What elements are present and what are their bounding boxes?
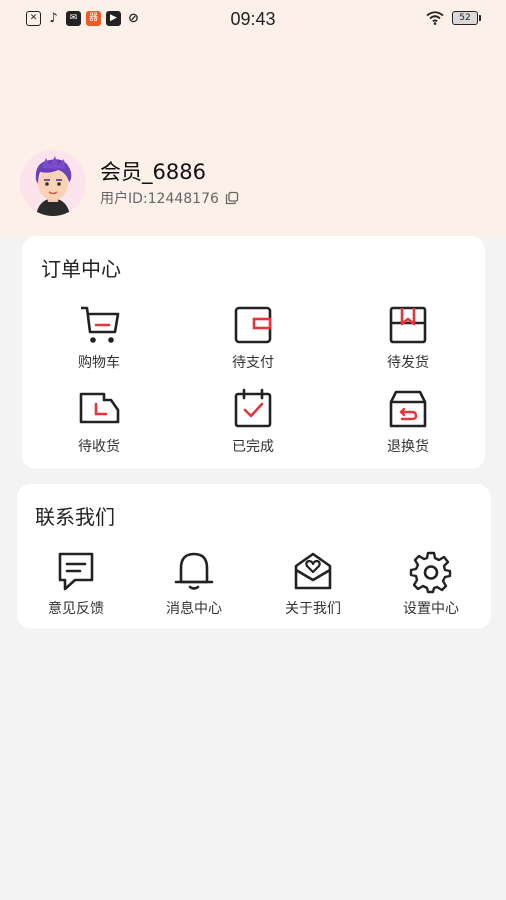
pending-payment-button[interactable]: 待支付 [203,302,303,372]
user-id-row: 用户ID:12448176 [100,188,239,208]
feedback-label: 意见反馈 [48,601,104,617]
wifi-icon [426,11,444,25]
gear-icon [409,551,452,594]
calendar-check-icon [234,388,272,428]
truck-icon [79,392,120,424]
battery-indicator: 52 [452,11,481,25]
order-center-title: 订单中心 [41,257,121,281]
contact-us-card: 联系我们 意见反馈 消息中心 关于我们 设置中心 [17,484,491,629]
box-bookmark-icon [389,306,427,344]
pending-receipt-label: 待收货 [78,439,120,455]
envelope-heart-icon [294,552,332,590]
cart-icon [81,306,120,343]
feedback-button[interactable]: 意见反馈 [26,548,126,618]
order-center-card: 订单中心 购物车 待支付 待发货 待收货 已完成 退换货 [22,236,485,469]
status-bar: ✕ ♪ ✉ 器 ▶ ⊘ 09:43 52 [0,0,506,40]
returns-label: 退换货 [387,439,429,455]
message-center-label: 消息中心 [166,601,222,617]
pending-receipt-button[interactable]: 待收货 [49,386,149,456]
settings-button[interactable]: 设置中心 [381,548,481,618]
completed-button[interactable]: 已完成 [203,386,303,456]
contact-us-title: 联系我们 [35,505,115,529]
username: 会员_6886 [100,160,206,184]
pending-shipment-button[interactable]: 待发货 [358,302,458,372]
cart-button[interactable]: 购物车 [49,302,149,372]
wallet-icon [234,306,272,344]
cart-label: 购物车 [78,355,120,371]
copy-icon[interactable] [225,191,239,205]
settings-label: 设置中心 [403,601,459,617]
about-us-button[interactable]: 关于我们 [263,548,363,618]
pending-payment-label: 待支付 [232,355,274,371]
bell-icon [174,552,214,590]
completed-label: 已完成 [232,439,274,455]
pending-shipment-label: 待发货 [387,355,429,371]
feedback-icon [58,552,94,591]
return-box-icon [389,390,427,428]
avatar[interactable] [20,150,86,216]
returns-button[interactable]: 退换货 [358,386,458,456]
message-center-button[interactable]: 消息中心 [144,548,244,618]
about-us-label: 关于我们 [285,601,341,617]
user-id: 用户ID:12448176 [100,191,219,207]
avatar-illustration [20,150,86,216]
